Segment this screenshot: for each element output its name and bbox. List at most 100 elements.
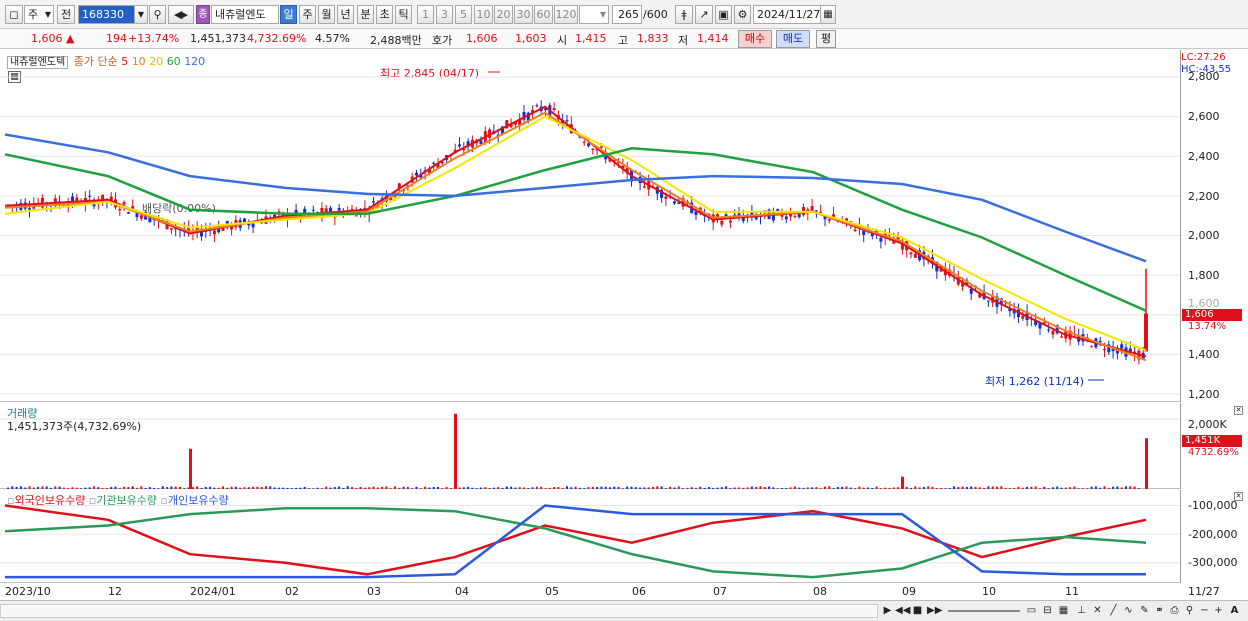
- grid-icon[interactable]: ▦: [1057, 604, 1070, 617]
- volume-bar: [88, 487, 91, 489]
- panel-icon[interactable]: ▭: [1025, 604, 1038, 617]
- ask-price: 1,606: [466, 32, 498, 45]
- interval-60-button[interactable]: 60: [534, 5, 553, 24]
- interval-30-button[interactable]: 30: [514, 5, 533, 24]
- price-tick-2200: 2,200: [1188, 190, 1220, 203]
- period-year-button[interactable]: 년: [337, 5, 354, 24]
- period-day-button[interactable]: 일: [280, 5, 297, 24]
- volume-bar: [910, 487, 912, 489]
- print-icon[interactable]: ⎙: [1168, 604, 1181, 617]
- horizontal-scrollbar[interactable]: [0, 604, 878, 618]
- buy-button[interactable]: 매수: [738, 30, 772, 48]
- interval-3-button[interactable]: 3: [436, 5, 453, 24]
- volume-bar: [514, 487, 517, 489]
- candle-body: [458, 144, 461, 147]
- stock-name-field[interactable]: 내츄럴엔도: [211, 5, 279, 24]
- date-input[interactable]: 2024/11/27: [753, 5, 821, 24]
- volume-bar: [445, 487, 448, 489]
- draw-tool-icon[interactable]: ↗: [695, 5, 713, 24]
- zoom-in-icon[interactable]: +: [1212, 604, 1225, 617]
- volume-bar: [669, 486, 672, 489]
- volume-bar: [355, 488, 358, 489]
- volume-bar: [505, 486, 508, 489]
- volume-bar: [854, 488, 857, 489]
- volume-bar: [123, 486, 126, 489]
- type-select[interactable]: 주 ▼: [24, 5, 54, 24]
- price-tick-2800: 2,800: [1188, 70, 1220, 83]
- period-second-button[interactable]: 초: [376, 5, 393, 24]
- volume-bar: [987, 486, 990, 489]
- volume-bar: [759, 486, 762, 489]
- volume-bar: [363, 487, 366, 489]
- volume-bar: [1120, 487, 1123, 489]
- line-tool-icon[interactable]: ╱: [1107, 604, 1120, 617]
- interval-custom-input[interactable]: ▼: [579, 5, 609, 24]
- candle-body: [139, 215, 143, 219]
- ma10-line: [4, 111, 1147, 362]
- rewind-icon[interactable]: ◀◀: [895, 604, 910, 617]
- split-icon[interactable]: ⊟: [1041, 604, 1054, 617]
- x-label-04: 04: [455, 585, 469, 598]
- candle-body: [784, 216, 788, 220]
- brand-badge: 종: [196, 5, 210, 24]
- zoom-slider[interactable]: [948, 610, 1020, 612]
- volume-bar: [892, 487, 895, 489]
- stop-icon[interactable]: ■: [911, 604, 924, 617]
- volume-bar: [247, 487, 250, 489]
- interval-20-button[interactable]: 20: [494, 5, 513, 24]
- layout-icon[interactable]: ◻: [5, 5, 23, 24]
- wave-icon[interactable]: ∿: [1122, 604, 1135, 617]
- period-week-button[interactable]: 주: [299, 5, 316, 24]
- volume-bar: [376, 487, 379, 489]
- volume-bar: [781, 487, 783, 489]
- eval-button[interactable]: 평: [816, 30, 836, 48]
- candle-body: [1051, 330, 1055, 335]
- zoom-out-icon[interactable]: −: [1198, 604, 1211, 617]
- zoom-icon[interactable]: ⚲: [1183, 604, 1196, 617]
- jeon-button[interactable]: 전: [57, 5, 75, 24]
- volume-bar: [879, 488, 882, 489]
- period-tick-button[interactable]: 틱: [395, 5, 412, 24]
- close-icon[interactable]: ✕: [1234, 406, 1243, 415]
- forward-icon[interactable]: ▶▶: [927, 604, 942, 617]
- brush-icon[interactable]: ✎: [1138, 604, 1151, 617]
- volume-bar: [7, 487, 9, 489]
- interval-120-button[interactable]: 120: [554, 5, 578, 24]
- volume-spike-bar: [189, 448, 192, 489]
- x-label-12: 12: [108, 585, 122, 598]
- volume-bar: [862, 487, 865, 489]
- volume-bar: [970, 486, 973, 489]
- cross-icon[interactable]: ✕: [1091, 604, 1104, 617]
- volume-bar: [368, 487, 371, 489]
- ruler-icon[interactable]: ⊥: [1075, 604, 1088, 617]
- stock-code-input[interactable]: 168330: [78, 5, 136, 24]
- candle-type-icon[interactable]: ǂ: [675, 5, 693, 24]
- count-input[interactable]: 265: [612, 5, 642, 24]
- volume-bar: [660, 486, 663, 489]
- interval-10-button[interactable]: 10: [474, 5, 493, 24]
- interval-5-button[interactable]: 5: [455, 5, 472, 24]
- holding-tick-200k: -200,000: [1188, 528, 1238, 541]
- period-month-button[interactable]: 월: [318, 5, 335, 24]
- volume-bar: [871, 487, 874, 489]
- volume-bar: [1013, 488, 1016, 489]
- gear-icon[interactable]: ⚙: [734, 5, 751, 24]
- save-icon[interactable]: ▣: [715, 5, 732, 24]
- volume-bar: [974, 486, 977, 489]
- speaker-icon[interactable]: ◀▸: [168, 5, 194, 24]
- link-icon[interactable]: ⚭: [1153, 604, 1166, 617]
- volume-bar: [652, 486, 654, 489]
- scroll-right-icon[interactable]: ▶: [881, 604, 894, 617]
- period-minute-button[interactable]: 분: [357, 5, 374, 24]
- sell-button[interactable]: 매도: [776, 30, 810, 48]
- interval-1-button[interactable]: 1: [417, 5, 434, 24]
- candle-body: [986, 300, 990, 302]
- font-size-icon[interactable]: A: [1228, 604, 1241, 617]
- search-icon[interactable]: ⚲: [149, 5, 166, 24]
- calendar-icon[interactable]: ▦: [820, 5, 836, 24]
- volume-bar: [226, 487, 229, 489]
- chevron-down-icon[interactable]: ▼: [134, 5, 148, 24]
- x-label-10: 10: [982, 585, 996, 598]
- volume-bar: [140, 486, 143, 489]
- candle-body: [337, 208, 341, 211]
